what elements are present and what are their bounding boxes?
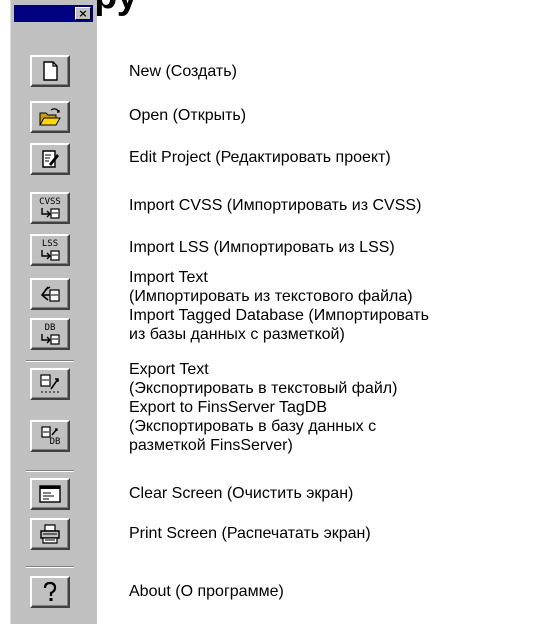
description-import-text: Import Text (Импортировать из текстового…	[129, 269, 413, 305]
description-new: New (Создать)	[129, 63, 237, 80]
open-folder-icon	[39, 108, 61, 126]
toolbar-panel: × CVSS LSS DB DB	[10, 0, 97, 624]
new-button[interactable]	[30, 55, 70, 87]
edit-document-icon	[42, 150, 59, 168]
import-cvss-button[interactable]: CVSS	[30, 192, 70, 224]
description-edit-project: Edit Project (Редактировать проект)	[129, 149, 391, 166]
toolbar-separator	[26, 566, 74, 568]
export-finsserver-button[interactable]: DB	[30, 420, 70, 452]
edit-project-button[interactable]	[30, 143, 70, 175]
toolbar-titlebar: ×	[14, 5, 93, 22]
printer-icon	[40, 524, 60, 544]
close-button[interactable]: ×	[75, 7, 91, 20]
import-text-button[interactable]	[30, 278, 70, 310]
toolbar-separator	[26, 470, 74, 472]
clear-screen-icon	[39, 485, 61, 503]
export-text-icon	[40, 374, 60, 393]
new-document-icon	[43, 61, 58, 81]
description-export-finsserver: Export to FinsServer TagDB (Экспортирова…	[129, 399, 377, 454]
description-export-text: Export Text (Экспортировать в текстовый …	[129, 361, 398, 397]
help-icon	[43, 581, 57, 601]
open-button[interactable]	[30, 101, 70, 133]
print-screen-button[interactable]	[30, 518, 70, 550]
description-print-screen: Print Screen (Распечатать экран)	[129, 525, 371, 542]
import-lss-icon: LSS	[39, 239, 61, 261]
export-db-icon: DB	[39, 425, 61, 447]
description-import-lss: Import LSS (Импортировать из LSS)	[129, 239, 395, 256]
description-clear-screen: Clear Screen (Очистить экран)	[129, 485, 354, 502]
clear-screen-button[interactable]	[30, 478, 70, 510]
about-button[interactable]	[30, 576, 70, 608]
import-tagged-db-button[interactable]: DB	[30, 318, 70, 350]
import-lss-button[interactable]: LSS	[30, 234, 70, 266]
import-db-icon: DB	[39, 323, 61, 345]
description-import-cvss: Import CVSS (Импортировать из CVSS)	[129, 197, 422, 214]
toolbar-separator	[26, 360, 74, 362]
page-heading: ру	[94, 0, 138, 18]
description-about: About (О программе)	[129, 583, 284, 600]
description-open: Open (Открыть)	[129, 107, 247, 124]
description-import-tagged-db: Import Tagged Database (Импортировать из…	[129, 307, 429, 343]
import-cvss-icon: CVSS	[39, 197, 61, 219]
import-text-icon	[40, 286, 60, 302]
export-text-button[interactable]	[30, 368, 70, 400]
